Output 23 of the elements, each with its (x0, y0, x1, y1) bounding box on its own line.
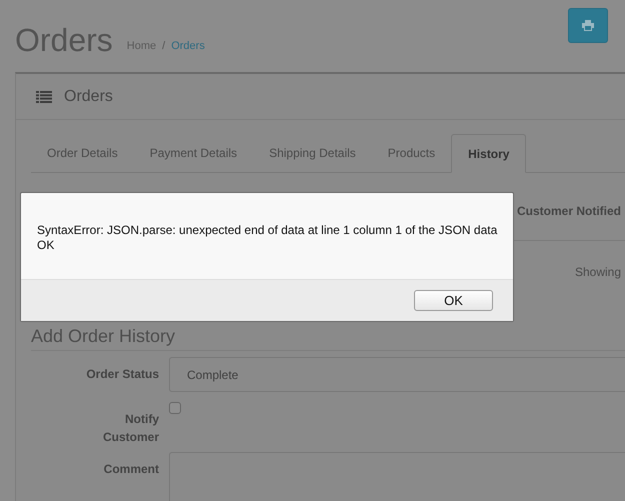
breadcrumb-separator: / (162, 40, 166, 52)
breadcrumb-link[interactable]: Orders (171, 40, 205, 52)
field-label: Notify Customer (102, 411, 159, 446)
printer-icon (582, 20, 594, 31)
panel-title: Orders (64, 88, 113, 106)
tab[interactable]: Order Details (31, 134, 134, 172)
page-title: Orders (15, 21, 113, 60)
tab[interactable]: History (451, 134, 526, 173)
section-heading: Add Order History (31, 325, 625, 351)
order-status-select[interactable]: Complete (169, 357, 625, 392)
tab[interactable]: Payment Details (134, 134, 254, 172)
list-icon (36, 90, 52, 102)
dialog-message: SyntaxError: JSON.parse: unexpected end of data at line 1 column 1 of the JSON data (37, 223, 498, 238)
tab[interactable]: Products (372, 134, 452, 172)
notify-checkbox[interactable] (169, 402, 181, 414)
ok-button[interactable]: OK (414, 290, 493, 311)
dialog-message: OK (37, 238, 54, 253)
field-label: Comment (102, 461, 159, 478)
tab[interactable]: Shipping Details (253, 134, 372, 172)
field-label: Order Status (85, 366, 159, 383)
print-button[interactable] (568, 8, 608, 43)
column-header: Customer Notified (516, 204, 621, 218)
pagination-text: Showing (574, 265, 621, 279)
